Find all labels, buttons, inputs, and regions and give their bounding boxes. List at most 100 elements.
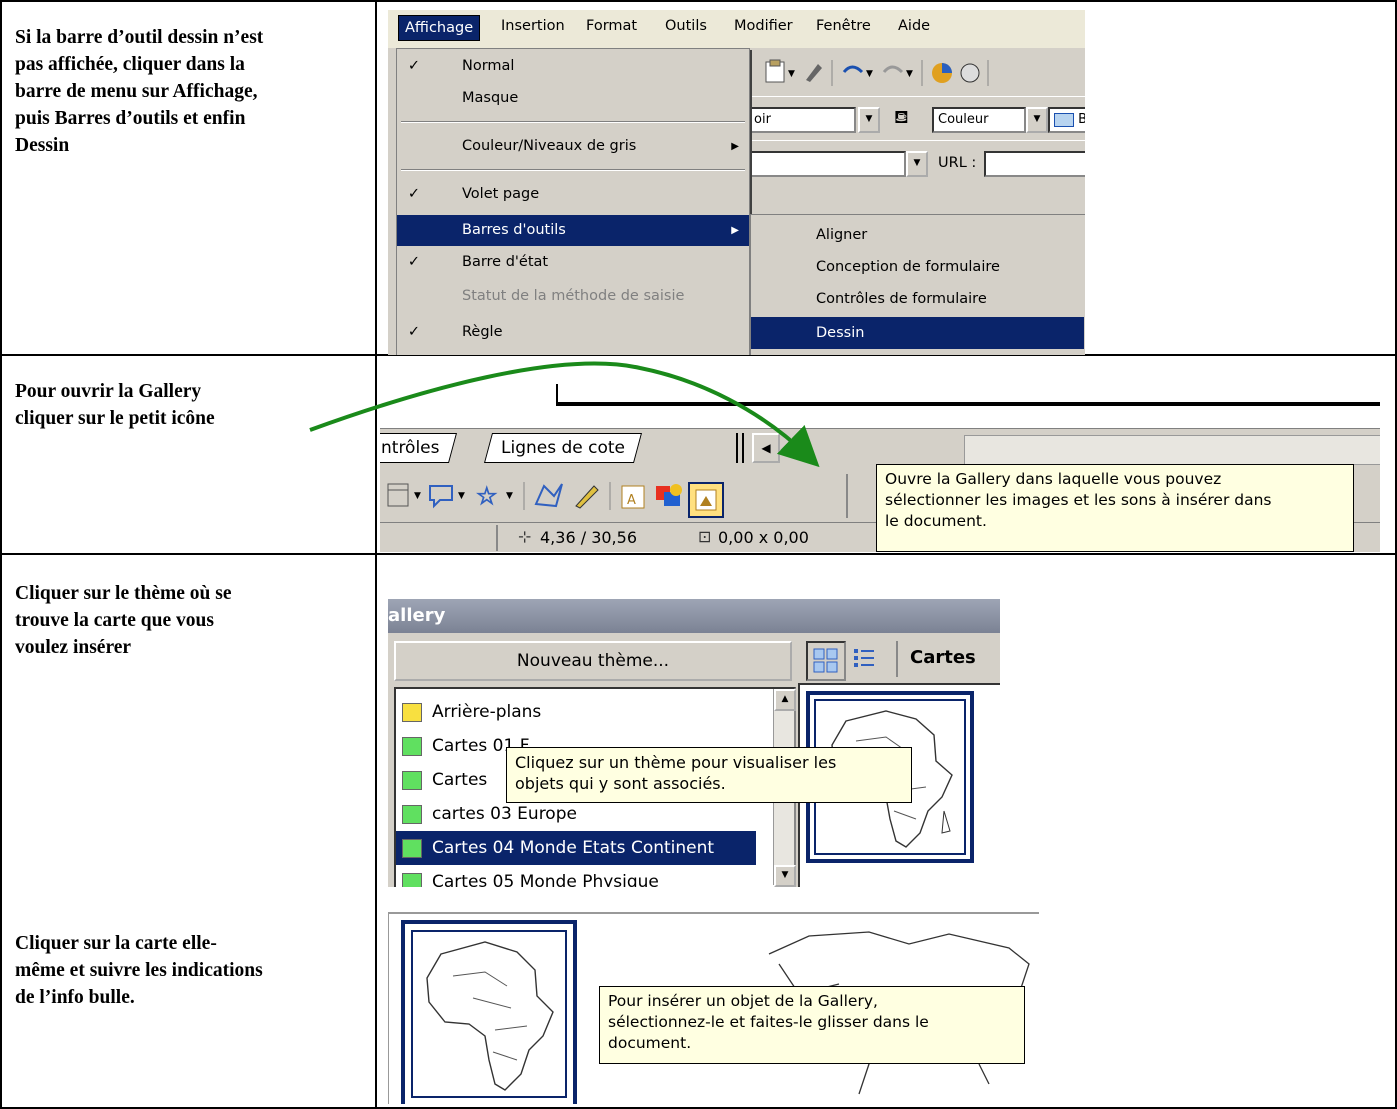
menuitem-label: Normal [462, 58, 515, 74]
submenu-label: Dessin [816, 325, 865, 341]
map-thumbnail-inner [411, 930, 567, 1098]
menuitem-normal[interactable]: ✓ Normal [397, 51, 749, 82]
map-thumbnail-selected[interactable] [401, 920, 577, 1104]
theme-tooltip: Cliquez sur un thème pour visualiser les… [506, 747, 912, 803]
folder-icon [402, 873, 422, 887]
menubar: Affichage Insertion Format Outils Modifi… [388, 10, 1085, 48]
style-combo[interactable]: oir [748, 107, 856, 133]
chevron-down-icon[interactable]: ▼ [858, 107, 880, 133]
menuitem-masque[interactable]: Masque [397, 83, 749, 114]
submenu-controles-formulaire[interactable]: Contrôles de formulaire [751, 283, 1084, 315]
instruction-row1: Si la barre d’outil dessin n’est pas aff… [15, 27, 264, 156]
tab-splitter[interactable] [736, 433, 744, 463]
paint-bucket-icon[interactable]: ⛾ [894, 107, 918, 131]
affichage-dropdown: ✓ Normal Masque Couleur/Niveaux de gris … [396, 48, 750, 355]
menuitem-statut-saisie: Statut de la méthode de saisie [397, 281, 749, 312]
screenshot-gallery-themes: allery Nouveau thème... Cartes Arrière-p… [388, 577, 1000, 887]
menuitem-label: Masque [462, 90, 519, 106]
svg-text:▼: ▼ [458, 491, 465, 501]
menu-fenetre[interactable]: Fenêtre [816, 18, 871, 34]
menu-separator [401, 169, 745, 171]
folder-icon [402, 839, 422, 858]
menuitem-barres-outils[interactable]: Barres d'outils ▶ [397, 215, 749, 246]
menu-aide[interactable]: Aide [898, 18, 930, 34]
chevron-down-icon[interactable]: ▼ [906, 151, 928, 177]
svg-text:▼: ▼ [506, 491, 513, 501]
toolbar-separator [896, 641, 898, 677]
submenu-label: Aligner [816, 227, 868, 243]
scroll-down-icon[interactable]: ▼ [774, 865, 796, 887]
url-label: URL : [938, 155, 977, 171]
gallery-icon [695, 489, 717, 511]
tab-label: ntrôles [381, 438, 440, 458]
africa-map-icon [426, 941, 554, 1091]
gallery-tooltip: Ouvre la Gallery dans laquelle vous pouv… [876, 464, 1354, 552]
table-column-divider [375, 0, 377, 1109]
chevron-down-icon[interactable]: ▼ [1026, 107, 1048, 133]
submenu-aligner[interactable]: Aligner [751, 219, 1084, 251]
tab-scroll-left-icon[interactable]: ◀ [752, 433, 780, 463]
menu-modifier[interactable]: Modifier [734, 18, 793, 34]
detail-view-button[interactable] [846, 641, 882, 677]
menu-separator [401, 121, 745, 123]
menu-format[interactable]: Format [586, 18, 637, 34]
current-theme-label: Cartes [910, 647, 976, 668]
grid-view-icon [813, 648, 838, 673]
drawing-tool-icons[interactable]: ▼ ▼ ☆ ▼ A [386, 478, 866, 514]
menuitem-couleur-niveaux[interactable]: Couleur/Niveaux de gris ▶ [397, 131, 749, 162]
status-separator [496, 525, 498, 551]
new-theme-button[interactable]: Nouveau thème... [394, 641, 792, 681]
gallery-titlebar: allery [388, 599, 1000, 633]
table-border-left [0, 0, 2, 1109]
size-icon: ⊡ [698, 527, 712, 546]
submenu-dessin[interactable]: Dessin [751, 317, 1084, 349]
check-icon: ✓ [407, 324, 421, 340]
standard-toolbar: ▼ ▼ ▼ [748, 48, 1085, 96]
svg-text:▼: ▼ [414, 491, 421, 501]
theme-label: Cartes [432, 770, 488, 790]
position-icon: ⊹ [518, 527, 532, 546]
list-view-icon [854, 649, 874, 667]
horizontal-scrollbar[interactable] [964, 435, 1380, 465]
menu-insertion[interactable]: Insertion [501, 18, 565, 34]
gallery-button[interactable] [688, 482, 724, 518]
menuitem-regle[interactable]: ✓ Règle [397, 317, 749, 348]
svg-text:A: A [627, 493, 636, 508]
theme-item-selected[interactable]: Cartes 04 Monde Etats Continent [396, 831, 756, 865]
menu-outils[interactable]: Outils [665, 18, 707, 34]
url-input[interactable] [984, 151, 1085, 177]
icon-view-button[interactable] [806, 641, 846, 681]
tab-controles[interactable]: ntrôles [380, 433, 457, 463]
menuitem-volet-page[interactable]: ✓ Volet page [397, 179, 749, 210]
barres-outils-submenu: Aligner Conception de formulaire Contrôl… [750, 214, 1085, 355]
menu-affichage[interactable]: Affichage [398, 15, 481, 41]
svg-text:☆: ☆ [476, 482, 498, 510]
instruction-row2: Pour ouvrir la Gallery cliquer sur le pe… [15, 381, 215, 429]
folder-icon [402, 737, 422, 756]
menuitem-barre-etat[interactable]: ✓ Barre d'état [397, 247, 749, 278]
tab-lignes-de-cote[interactable]: Lignes de cote [483, 433, 643, 463]
submenu-arrow-icon: ▶ [731, 141, 739, 152]
scroll-up-icon[interactable]: ▲ [774, 689, 796, 711]
tab-label: Lignes de cote [501, 438, 626, 458]
theme-item[interactable]: Cartes 05 Monde Physique [396, 865, 756, 887]
menuitem-label: Couleur/Niveaux de gris [462, 138, 637, 154]
formatting-toolbar: oir ▼ ⛾ Couleur ▼ B [748, 96, 1085, 141]
color-swatch-combo[interactable]: B [1048, 107, 1085, 133]
folder-icon [402, 771, 422, 790]
theme-label: Arrière-plans [432, 702, 542, 722]
submenu-label: Conception de formulaire [816, 259, 1000, 275]
toolbar-icons[interactable]: ▼ ▼ ▼ [762, 58, 1082, 88]
area-color-combo[interactable]: Couleur [932, 107, 1026, 133]
screenshot-drawing-toolbar: ntrôles Lignes de cote ◀ ▼ ▼ ☆ ▼ A ⊹ 4,3… [380, 362, 1380, 552]
url-history-combo[interactable] [748, 151, 906, 177]
gallery-title: allery [388, 605, 446, 626]
theme-label: Cartes 04 Monde Etats Continent [432, 838, 715, 858]
submenu-conception-formulaire[interactable]: Conception de formulaire [751, 251, 1084, 283]
instruction-row3: Cliquer sur le thème où se trouve la car… [15, 583, 232, 658]
check-icon: ✓ [407, 186, 421, 202]
menuitem-label: Statut de la méthode de saisie [462, 288, 685, 304]
menuitem-label: Règle [462, 324, 503, 340]
theme-item[interactable]: Arrière-plans [396, 695, 756, 729]
instruction-row4: Cliquer sur la carte elle- même et suivr… [15, 933, 263, 1008]
